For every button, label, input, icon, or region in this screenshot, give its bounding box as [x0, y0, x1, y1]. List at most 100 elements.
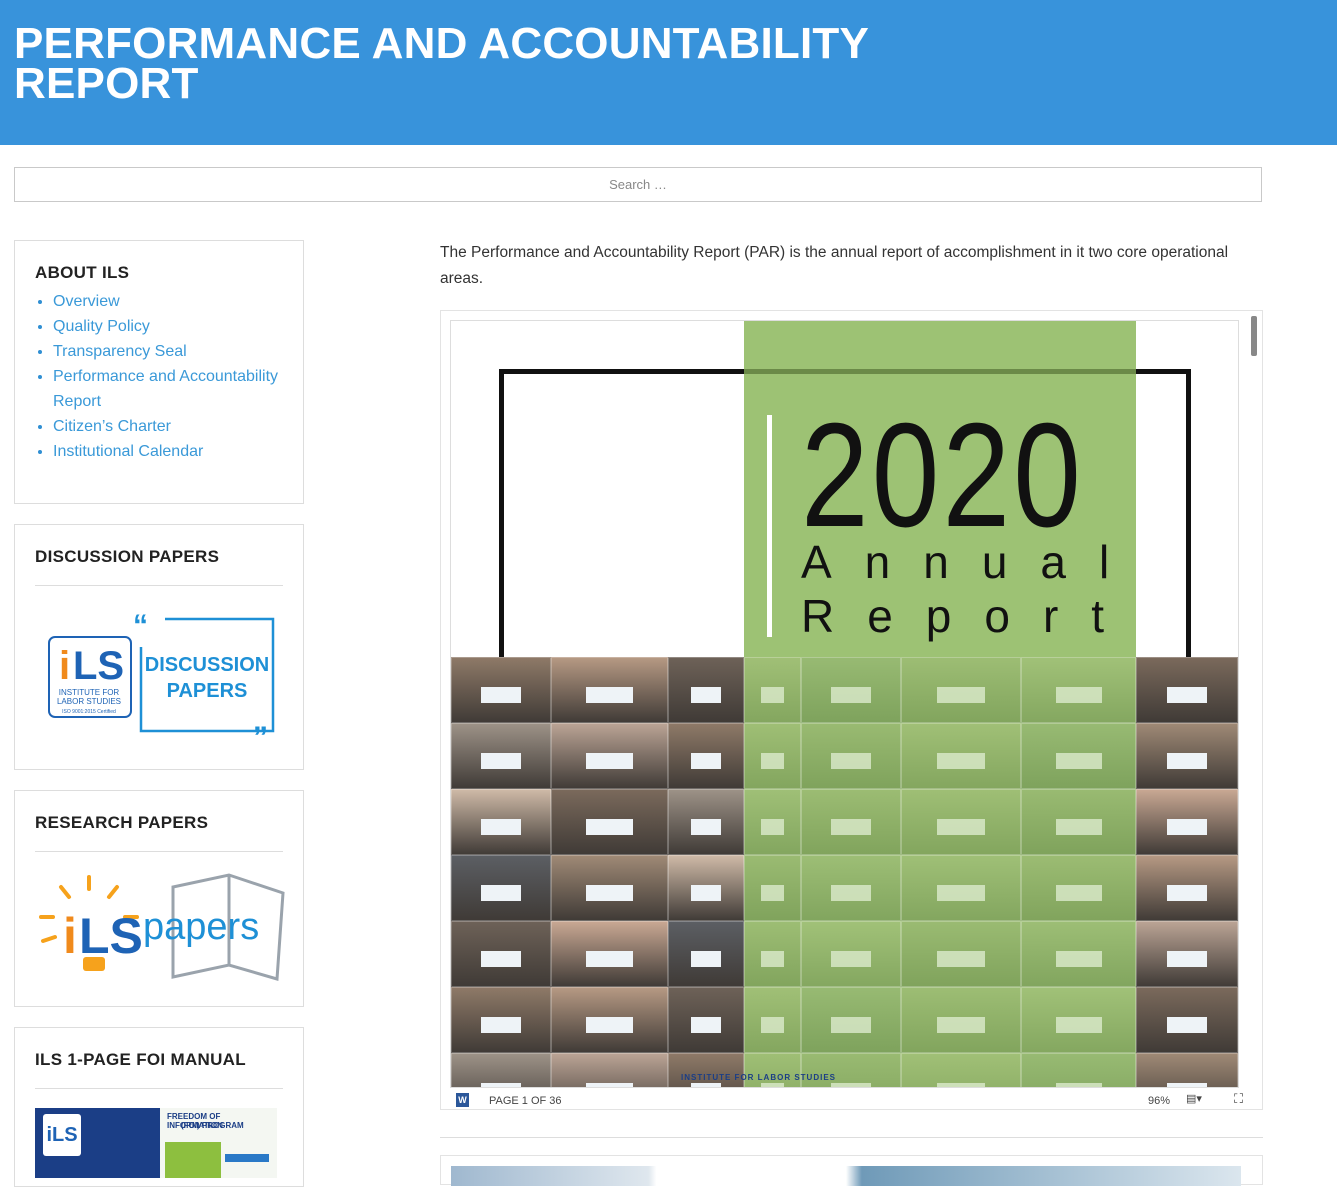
collage-photo [1021, 987, 1136, 1053]
held-sign [481, 687, 521, 703]
held-sign [937, 687, 985, 703]
held-sign [831, 687, 871, 703]
held-sign [937, 753, 985, 769]
held-sign [586, 753, 633, 769]
collage-photo [901, 987, 1021, 1053]
collage-photo [451, 987, 551, 1053]
collage-photo [901, 1053, 1021, 1087]
research-papers-logo[interactable]: i LS papers [33, 869, 293, 989]
svg-text:i: i [63, 908, 77, 964]
held-sign [937, 819, 985, 835]
divider [35, 1088, 283, 1089]
discussion-papers-heading: DISCUSSION PAPERS [35, 547, 220, 566]
held-sign [831, 819, 871, 835]
word-icon: W [456, 1093, 469, 1107]
held-sign [761, 687, 784, 703]
held-sign [1055, 1083, 1102, 1087]
collage-photo [668, 657, 744, 723]
page-title: PERFORMANCE AND ACCOUNTABILITY REPORT [14, 19, 869, 108]
held-sign [1166, 885, 1208, 901]
collage-photo [901, 723, 1021, 789]
collage-photo [551, 987, 668, 1053]
cover-year: 2020 [801, 393, 1085, 558]
held-sign [831, 1083, 871, 1087]
foi-manual-thumbnail[interactable]: iLS FREEDOM OF INFORMATION (FOI) PROGRAM [35, 1108, 277, 1178]
collage-photo [451, 789, 551, 855]
collage-photo [551, 723, 668, 789]
svg-text:INSTITUTE FOR: INSTITUTE FOR [59, 688, 120, 697]
foi-manual-widget: ILS 1-PAGE FOI MANUAL iLS FREEDOM OF INF… [14, 1027, 304, 1187]
view-options-icon[interactable]: ▤▾ [1186, 1092, 1210, 1106]
svg-text:LS: LS [73, 644, 124, 688]
collage-photo [668, 855, 744, 921]
held-sign [761, 753, 784, 769]
research-papers-heading: RESEARCH PAPERS [35, 813, 209, 832]
held-sign [481, 951, 521, 967]
held-sign [1055, 819, 1102, 835]
held-sign [831, 885, 871, 901]
sidebar-item-overview[interactable]: Overview [53, 289, 303, 314]
collage-photo [551, 657, 668, 723]
held-sign [586, 1017, 633, 1033]
cover-line1: Annual [801, 536, 1143, 588]
collage-photo [801, 723, 901, 789]
held-sign [761, 1083, 784, 1087]
second-document-viewer[interactable] [440, 1155, 1263, 1186]
cover-footer: INSTITUTE FOR LABOR STUDIES [681, 1073, 836, 1082]
sidebar-item-performance-report[interactable]: Performance and Accountability Report [53, 364, 303, 414]
collage-photo [744, 855, 801, 921]
divider [35, 585, 283, 586]
collage-photo [1136, 657, 1238, 723]
discussion-papers-logo[interactable]: i LS INSTITUTE FOR LABOR STUDIES ISO 900… [45, 607, 295, 747]
collage-photo [1021, 921, 1136, 987]
sidebar-item-transparency-seal[interactable]: Transparency Seal [53, 339, 303, 364]
collage-photo [551, 1053, 668, 1087]
held-sign [481, 1017, 521, 1033]
collage-photo [801, 855, 901, 921]
held-sign [586, 1083, 633, 1087]
held-sign [937, 1017, 985, 1033]
held-sign [1166, 687, 1208, 703]
site-header: PERFORMANCE AND ACCOUNTABILITY REPORT [0, 0, 1337, 145]
viewer-toolbar: W PAGE 1 OF 36 96% ▤▾ ⛶ [440, 1088, 1263, 1110]
sidebar-item-citizens-charter[interactable]: Citizen’s Charter [53, 414, 303, 439]
collage-photo [668, 921, 744, 987]
collage-photo [451, 921, 551, 987]
held-sign [481, 753, 521, 769]
discussion-papers-widget: DISCUSSION PAPERS i LS INSTITUTE FOR LAB… [14, 524, 304, 770]
held-sign [586, 885, 633, 901]
sidebar-item-quality-policy[interactable]: Quality Policy [53, 314, 303, 339]
collage-photo [1021, 855, 1136, 921]
held-sign [1166, 951, 1208, 967]
zoom-level[interactable]: 96% [1148, 1095, 1170, 1107]
collage-photo [451, 1053, 551, 1087]
viewer-scrollbar[interactable] [1251, 316, 1257, 356]
fullscreen-icon[interactable]: ⛶ [1234, 1091, 1248, 1106]
collage-photo [801, 657, 901, 723]
collage-photo [1136, 789, 1238, 855]
held-sign [586, 951, 633, 967]
collage-photo [901, 789, 1021, 855]
photo-collage [451, 657, 1238, 1087]
held-sign [1166, 1017, 1208, 1033]
search-input[interactable] [14, 167, 1262, 202]
held-sign [1055, 885, 1102, 901]
svg-text:DISCUSSION: DISCUSSION [145, 654, 269, 676]
sidebar-item-institutional-calendar[interactable]: Institutional Calendar [53, 439, 303, 464]
held-sign [937, 1083, 985, 1087]
collage-photo [668, 789, 744, 855]
svg-text:”: ” [253, 721, 268, 747]
held-sign [690, 819, 722, 835]
collage-photo [1021, 789, 1136, 855]
document-viewer[interactable]: 2020 Annual Report INSTITUTE FOR LABOR S… [440, 310, 1263, 1110]
held-sign [481, 819, 521, 835]
cover-line2: Report [801, 590, 1138, 642]
held-sign [831, 1017, 871, 1033]
collage-photo [1136, 921, 1238, 987]
held-sign [690, 951, 722, 967]
held-sign [1055, 1017, 1102, 1033]
collage-photo [1021, 1053, 1136, 1087]
about-ils-list: Overview Quality Policy Transparency Sea… [35, 289, 303, 464]
held-sign [937, 951, 985, 967]
collage-photo [451, 657, 551, 723]
